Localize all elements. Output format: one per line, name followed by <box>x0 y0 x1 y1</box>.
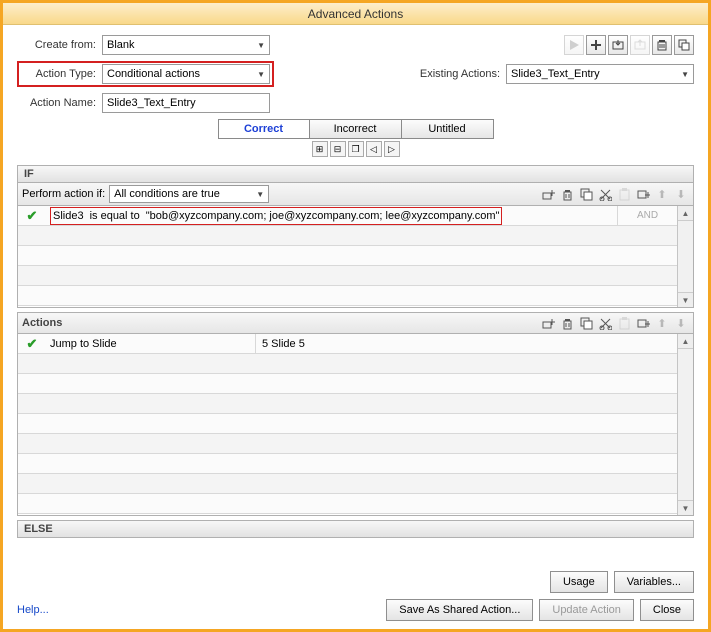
action-type-dropdown[interactable]: Conditional actions ▼ <box>102 64 270 84</box>
table-row[interactable] <box>18 354 677 374</box>
actions-header: Actions <box>22 317 62 329</box>
condition-variable: Slide3 <box>53 210 84 222</box>
paste-row-icon <box>616 186 632 202</box>
perform-action-if-label: Perform action if: <box>22 188 105 200</box>
table-row[interactable] <box>18 226 677 246</box>
check-icon: ✔ <box>27 208 38 224</box>
move-down-icon: ⬇ <box>673 315 689 331</box>
delete-row-icon[interactable] <box>559 315 575 331</box>
action-name-input[interactable] <box>102 93 270 113</box>
copy-row-icon[interactable] <box>578 186 594 202</box>
table-row[interactable] <box>18 414 677 434</box>
existing-actions-dropdown[interactable]: Slide3_Text_Entry ▼ <box>506 64 694 84</box>
create-from-label: Create from: <box>17 39 102 51</box>
tab-untitled[interactable]: Untitled <box>402 119 494 139</box>
export-icon <box>630 35 650 55</box>
create-from-dropdown[interactable]: Blank ▼ <box>102 35 270 55</box>
action-target-cell: 5 Slide 5 <box>256 334 677 354</box>
table-row[interactable] <box>18 454 677 474</box>
condition-join: AND <box>617 206 677 225</box>
tab-correct[interactable]: Correct <box>218 119 310 139</box>
add-row-icon[interactable] <box>540 186 556 202</box>
else-header: ELSE <box>17 520 694 538</box>
move-up-icon: ⬆ <box>654 315 670 331</box>
table-row[interactable] <box>18 246 677 266</box>
table-row[interactable] <box>18 394 677 414</box>
delete-icon[interactable] <box>652 35 672 55</box>
existing-actions-label: Existing Actions: <box>420 68 506 80</box>
usage-button[interactable]: Usage <box>550 571 608 593</box>
insert-row-icon[interactable] <box>635 315 651 331</box>
save-shared-button[interactable]: Save As Shared Action... <box>386 599 533 621</box>
close-button[interactable]: Close <box>640 599 694 621</box>
table-row[interactable] <box>18 266 677 286</box>
if-header: IF <box>17 165 694 183</box>
add-tab-icon[interactable]: ⊞ <box>312 141 328 157</box>
scrollbar[interactable] <box>678 349 693 500</box>
duplicate-tab-icon[interactable]: ❐ <box>348 141 364 157</box>
action-name-label: Action Name: <box>17 97 102 109</box>
chevron-down-icon: ▼ <box>253 70 265 79</box>
window-title: Advanced Actions <box>3 3 708 25</box>
cut-row-icon[interactable] <box>597 315 613 331</box>
help-link[interactable]: Help... <box>17 604 49 616</box>
paste-row-icon <box>616 315 632 331</box>
scrollbar[interactable] <box>678 221 693 292</box>
table-row[interactable] <box>18 434 677 454</box>
move-down-icon: ⬇ <box>673 186 689 202</box>
action-type-label: Action Type: <box>21 68 102 80</box>
delete-row-icon[interactable] <box>559 186 575 202</box>
condition-row[interactable]: ✔ Slide3 is equal to "bob@xyzcompany.com… <box>18 206 677 226</box>
chevron-down-icon: ▼ <box>677 70 689 79</box>
table-row[interactable] <box>18 474 677 494</box>
chevron-down-icon: ▼ <box>252 190 264 199</box>
prev-tab-icon[interactable]: ◁ <box>366 141 382 157</box>
scroll-down-icon[interactable]: ▼ <box>678 292 693 307</box>
condition-value: "bob@xyzcompany.com; joe@xyzcompany.com;… <box>146 210 500 222</box>
insert-row-icon[interactable] <box>635 186 651 202</box>
move-up-icon: ⬆ <box>654 186 670 202</box>
table-row[interactable] <box>18 286 677 306</box>
scroll-up-icon[interactable]: ▲ <box>678 206 693 221</box>
import-icon[interactable] <box>608 35 628 55</box>
next-tab-icon[interactable]: ▷ <box>384 141 400 157</box>
play-icon <box>564 35 584 55</box>
scroll-up-icon[interactable]: ▲ <box>678 334 693 349</box>
chevron-down-icon: ▼ <box>253 41 265 50</box>
duplicate-icon[interactable] <box>674 35 694 55</box>
cut-row-icon[interactable] <box>597 186 613 202</box>
add-icon[interactable] <box>586 35 606 55</box>
condition-operator: is equal to <box>90 210 140 222</box>
variables-button[interactable]: Variables... <box>614 571 694 593</box>
action-row[interactable]: ✔ Jump to Slide 5 Slide 5 <box>18 334 677 354</box>
table-row[interactable] <box>18 494 677 514</box>
copy-row-icon[interactable] <box>578 315 594 331</box>
tab-incorrect[interactable]: Incorrect <box>310 119 402 139</box>
update-action-button: Update Action <box>539 599 634 621</box>
add-row-icon[interactable] <box>540 315 556 331</box>
remove-tab-icon[interactable]: ⊟ <box>330 141 346 157</box>
action-type-cell: Jump to Slide <box>46 334 256 353</box>
check-icon: ✔ <box>27 336 38 352</box>
table-row[interactable] <box>18 374 677 394</box>
perform-action-if-dropdown[interactable]: All conditions are true ▼ <box>109 185 269 203</box>
scroll-down-icon[interactable]: ▼ <box>678 500 693 515</box>
